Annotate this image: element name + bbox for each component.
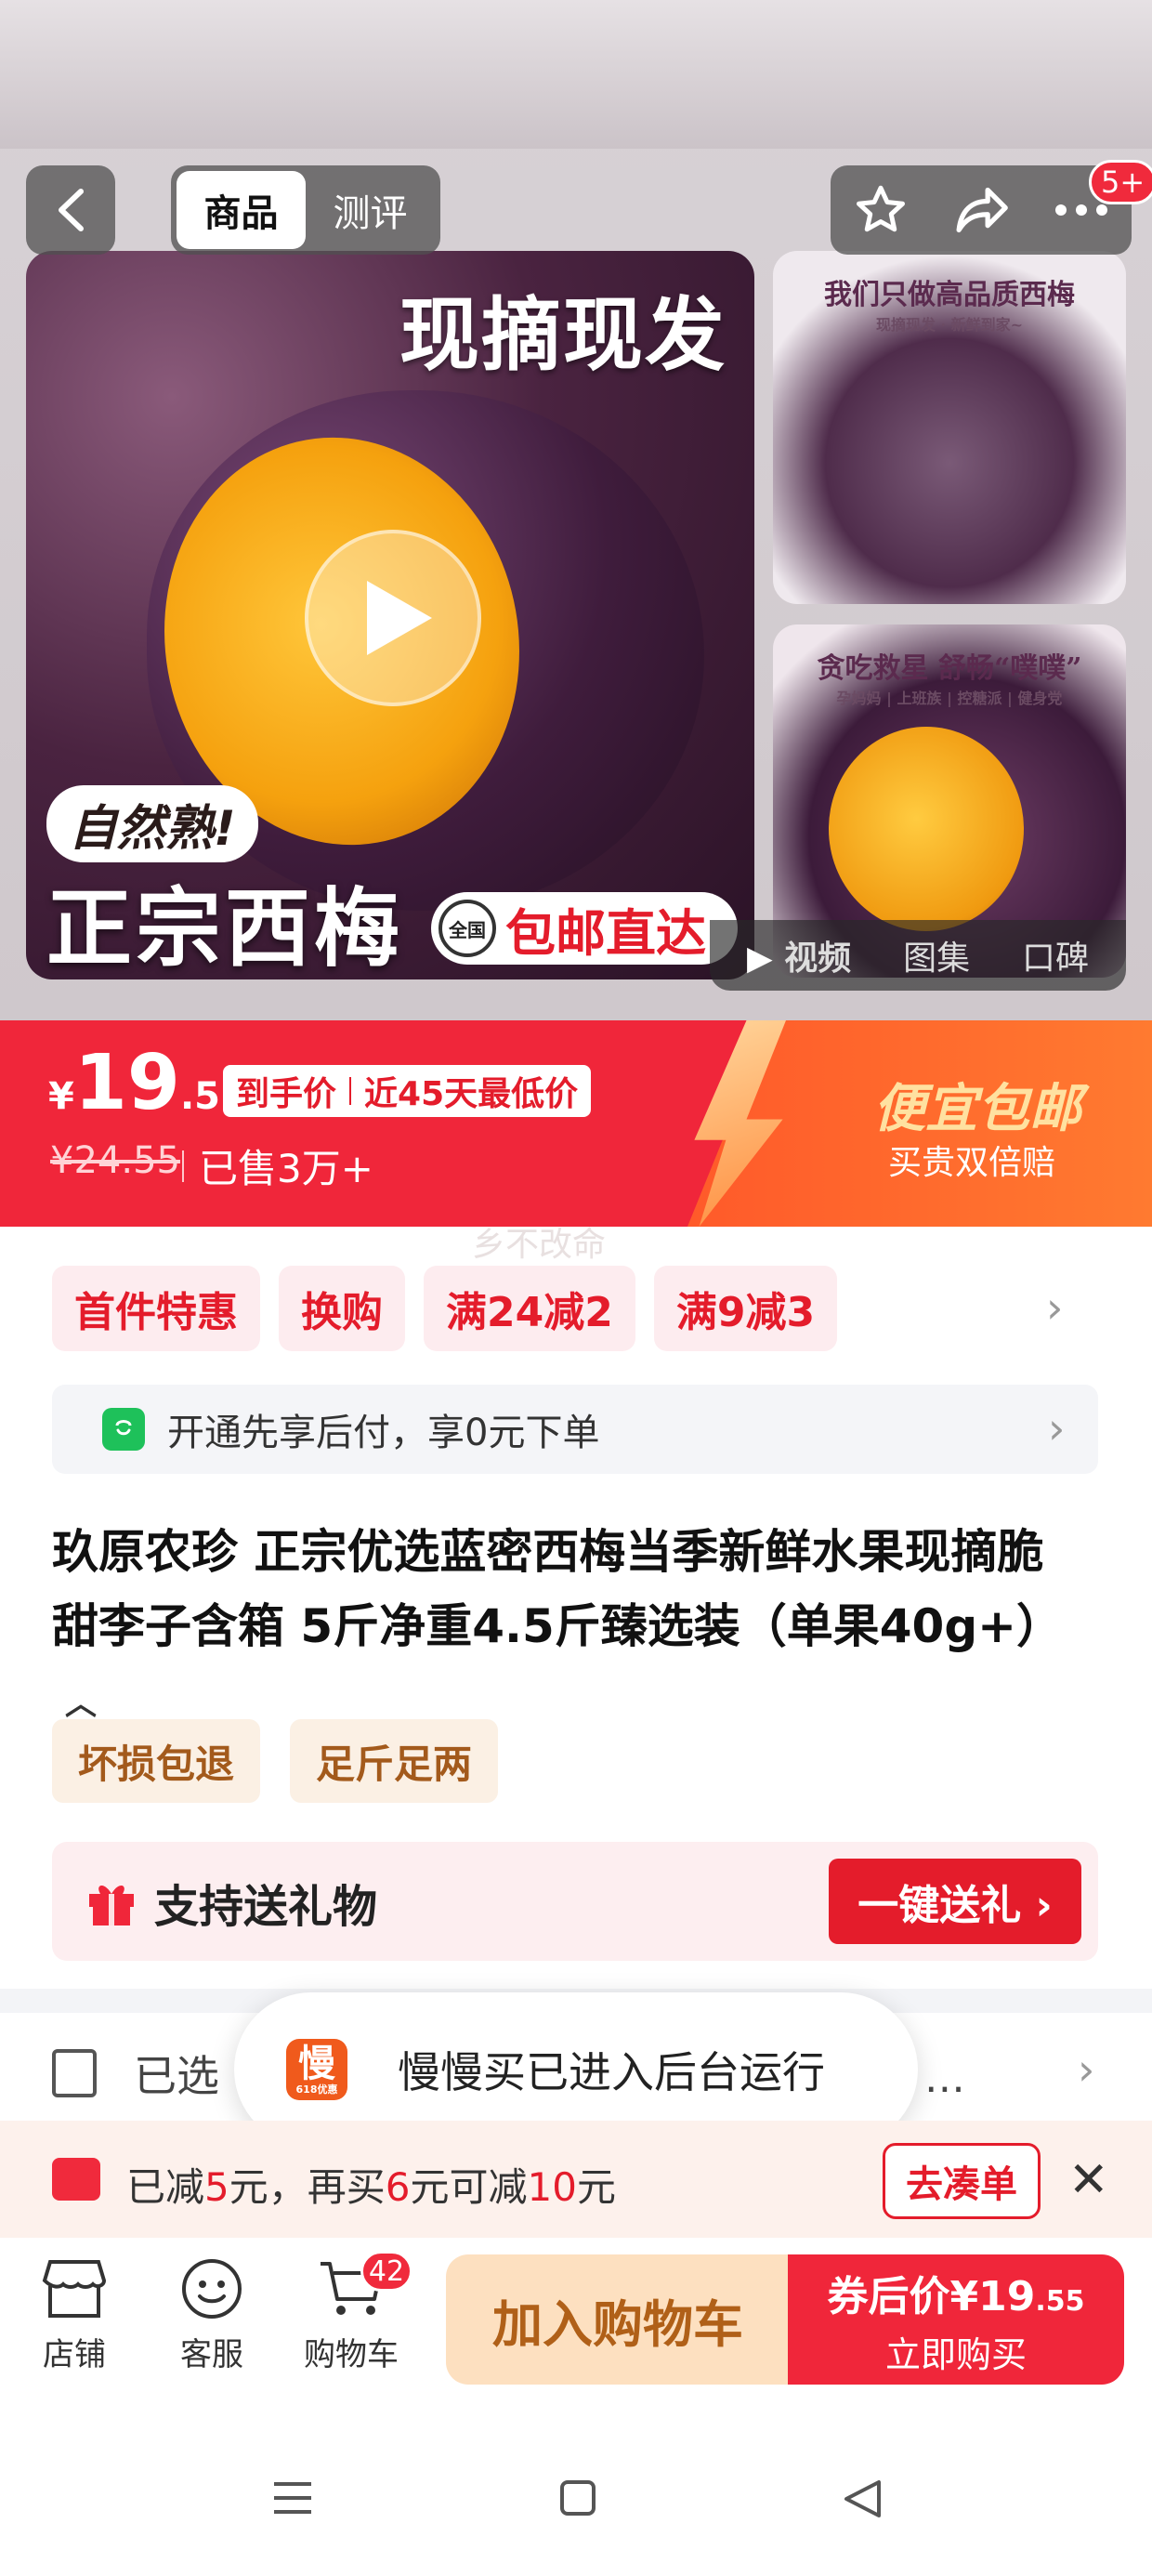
divider: [349, 1077, 352, 1105]
lowest-price-label: 近45天最低价: [364, 1075, 579, 1113]
plum-flesh-illustration: [829, 727, 1024, 931]
chevron-up-icon[interactable]: ︿: [65, 1686, 97, 1723]
sold-count: 已售3万+: [182, 1137, 373, 1194]
watermark: 乡不改命: [472, 1226, 607, 1264]
top-actions: [831, 165, 1132, 255]
product-gallery[interactable]: 现摘现发 自然熟! 正宗西梅 全国 包邮直达 我们只做高品质西梅 现摘现发 · …: [0, 0, 1152, 1020]
promo-exchange[interactable]: 换购: [279, 1266, 405, 1351]
star-icon[interactable]: [853, 182, 909, 238]
chevron-right-icon[interactable]: ›: [1048, 1403, 1065, 1453]
service-label: 客服: [180, 2336, 243, 2373]
selected-spec-row[interactable]: 已选: [52, 2043, 219, 2104]
gift-icon: [89, 1885, 134, 1925]
selected-label: 已选: [134, 2051, 219, 2101]
header-background: [0, 0, 1152, 149]
product-title: 玖原农珍 正宗优选蓝密西梅当季新鲜水果现摘脆甜李子含箱 5斤净重4.5斤臻选装（…: [52, 1515, 1083, 1741]
tab-gallery[interactable]: 图集: [903, 931, 970, 979]
home-icon[interactable]: [559, 2479, 596, 2517]
add-to-cart-button[interactable]: 加入购物车: [446, 2254, 790, 2385]
manmanmai-app-icon: 慢 618优惠: [286, 2039, 347, 2100]
price-guarantee: 买贵双倍赔: [887, 1144, 1055, 1182]
service-tags: 坏损包退 足斤足两: [52, 1719, 499, 1803]
pay-later-row[interactable]: 开通先享后付，享0元下单: [52, 1385, 1098, 1474]
shop-label: 店铺: [43, 2336, 106, 2373]
image-product-name: 正宗西梅: [46, 878, 404, 979]
cart-label: 购物车: [304, 2336, 399, 2373]
pay-later-text: 开通先享后付，享0元下单: [167, 1412, 600, 1454]
promo-discount-9[interactable]: 满9减3: [653, 1266, 838, 1351]
discount-bar: 已减5元，再买6元可减10元 去凑单 ✕: [0, 2121, 1152, 2238]
tab-product[interactable]: 商品: [177, 171, 306, 249]
chevron-right-icon[interactable]: ›: [1078, 2044, 1094, 2095]
coupon-icon: [52, 2158, 100, 2201]
back-button[interactable]: [26, 165, 115, 255]
promo-discount-24[interactable]: 满24减2: [424, 1266, 635, 1351]
gift-row[interactable]: 支持送礼物 一键送礼 ›: [52, 1842, 1098, 1961]
notification-badge: 5+: [1089, 160, 1152, 204]
cart-count-badge: 42: [360, 2251, 412, 2292]
buy-now-label: 立即购买: [884, 2333, 1027, 2375]
system-navigation-bar: [0, 2414, 1152, 2576]
service-tag-return: 坏损包退: [52, 1719, 261, 1803]
spec-icon: [52, 2049, 97, 2097]
menu-icon[interactable]: [271, 2479, 314, 2517]
buy-now-button[interactable]: 券后价¥19.55 立即购买: [788, 2254, 1124, 2385]
natural-ripe-tag: 自然熟!: [46, 785, 258, 862]
play-video-button[interactable]: [305, 530, 481, 706]
thumbnail-subcaption: 现摘现发 · 新鲜到家~: [875, 316, 1024, 334]
thumbnail-image-1[interactable]: 我们只做高品质西梅 现摘现发 · 新鲜到家~: [773, 251, 1126, 604]
price-currency: ¥: [48, 1075, 74, 1118]
tab-reviews[interactable]: 口碑: [1022, 931, 1089, 979]
back-triangle-icon[interactable]: [842, 2479, 883, 2518]
product-title-text: 玖原农珍 正宗优选蓝密西梅当季新鲜水果现摘脆甜李子含箱 5斤净重4.5斤臻选装（…: [52, 1525, 1064, 1653]
promo-tags: 首件特惠 换购 满24减2 满9减3: [52, 1266, 838, 1351]
price-tag: 到手价 近45天最低价: [223, 1065, 592, 1117]
free-shipping-badge: 全国 包邮直达: [431, 892, 738, 965]
gift-label: 支持送礼物: [154, 1881, 378, 1933]
share-icon[interactable]: [952, 184, 1010, 236]
price-banner: ¥ 19 .55 到手价 近45天最低价 ¥24.55 已售3万+ 便宜包邮 买…: [0, 1020, 1152, 1227]
bottom-action-bar: 店铺 客服 42 购物车 加入购物车 券后价¥19.55 立即购买: [0, 2238, 1152, 2414]
add-more-items-button[interactable]: 去凑单: [883, 2143, 1041, 2219]
shopping-bag-icon: [102, 1408, 145, 1451]
nationwide-icon: 全国: [439, 900, 496, 957]
close-icon[interactable]: ✕: [1068, 2152, 1109, 2208]
free-shipping-text: 包邮直达: [505, 903, 706, 963]
final-price-label: 到手价: [236, 1075, 337, 1113]
cart-button[interactable]: 42 购物车: [295, 2251, 412, 2374]
coupon-price: 券后价¥19.55: [827, 2272, 1085, 2320]
price-integer: 19: [73, 1039, 180, 1127]
cheap-shipping-title: 便宜包邮: [873, 1079, 1081, 1139]
original-price: ¥24.55: [50, 1139, 180, 1182]
tab-review[interactable]: 测评: [306, 171, 435, 249]
play-icon: [367, 581, 432, 655]
chevron-right-icon[interactable]: ›: [1046, 1282, 1063, 1333]
shop-button[interactable]: 店铺: [19, 2256, 130, 2374]
thumbnail-caption: 贪吃救星 舒畅“噗噗”: [817, 652, 1082, 685]
more-icon[interactable]: [1054, 201, 1109, 219]
chevron-left-icon: [59, 189, 84, 231]
discount-text: 已减5元，再买6元可减10元: [126, 2164, 616, 2210]
current-price: ¥ 19 .55: [48, 1039, 246, 1127]
chat-smile-icon: [182, 2259, 242, 2319]
service-tag-weight: 足斤足两: [290, 1719, 499, 1803]
promo-first-item[interactable]: 首件特惠: [52, 1266, 260, 1351]
thumbnail-subcaption: 孕妈妈 | 上班族 | 控糖派 | 健身党: [836, 690, 1063, 707]
thumbnail-caption: 我们只做高品质西梅: [824, 279, 1075, 311]
toast-message: 慢慢买已进入后台运行: [398, 2047, 825, 2097]
media-tabs: ▶ 视频 图集 口碑: [710, 920, 1126, 991]
page-segment-tabs: 商品 测评: [171, 165, 440, 255]
shop-icon: [42, 2260, 107, 2318]
send-gift-button[interactable]: 一键送礼 ›: [829, 1859, 1081, 1944]
customer-service-button[interactable]: 客服: [156, 2256, 268, 2374]
image-headline: 现摘现发: [399, 288, 727, 382]
tab-video[interactable]: ▶ 视频: [747, 931, 851, 979]
